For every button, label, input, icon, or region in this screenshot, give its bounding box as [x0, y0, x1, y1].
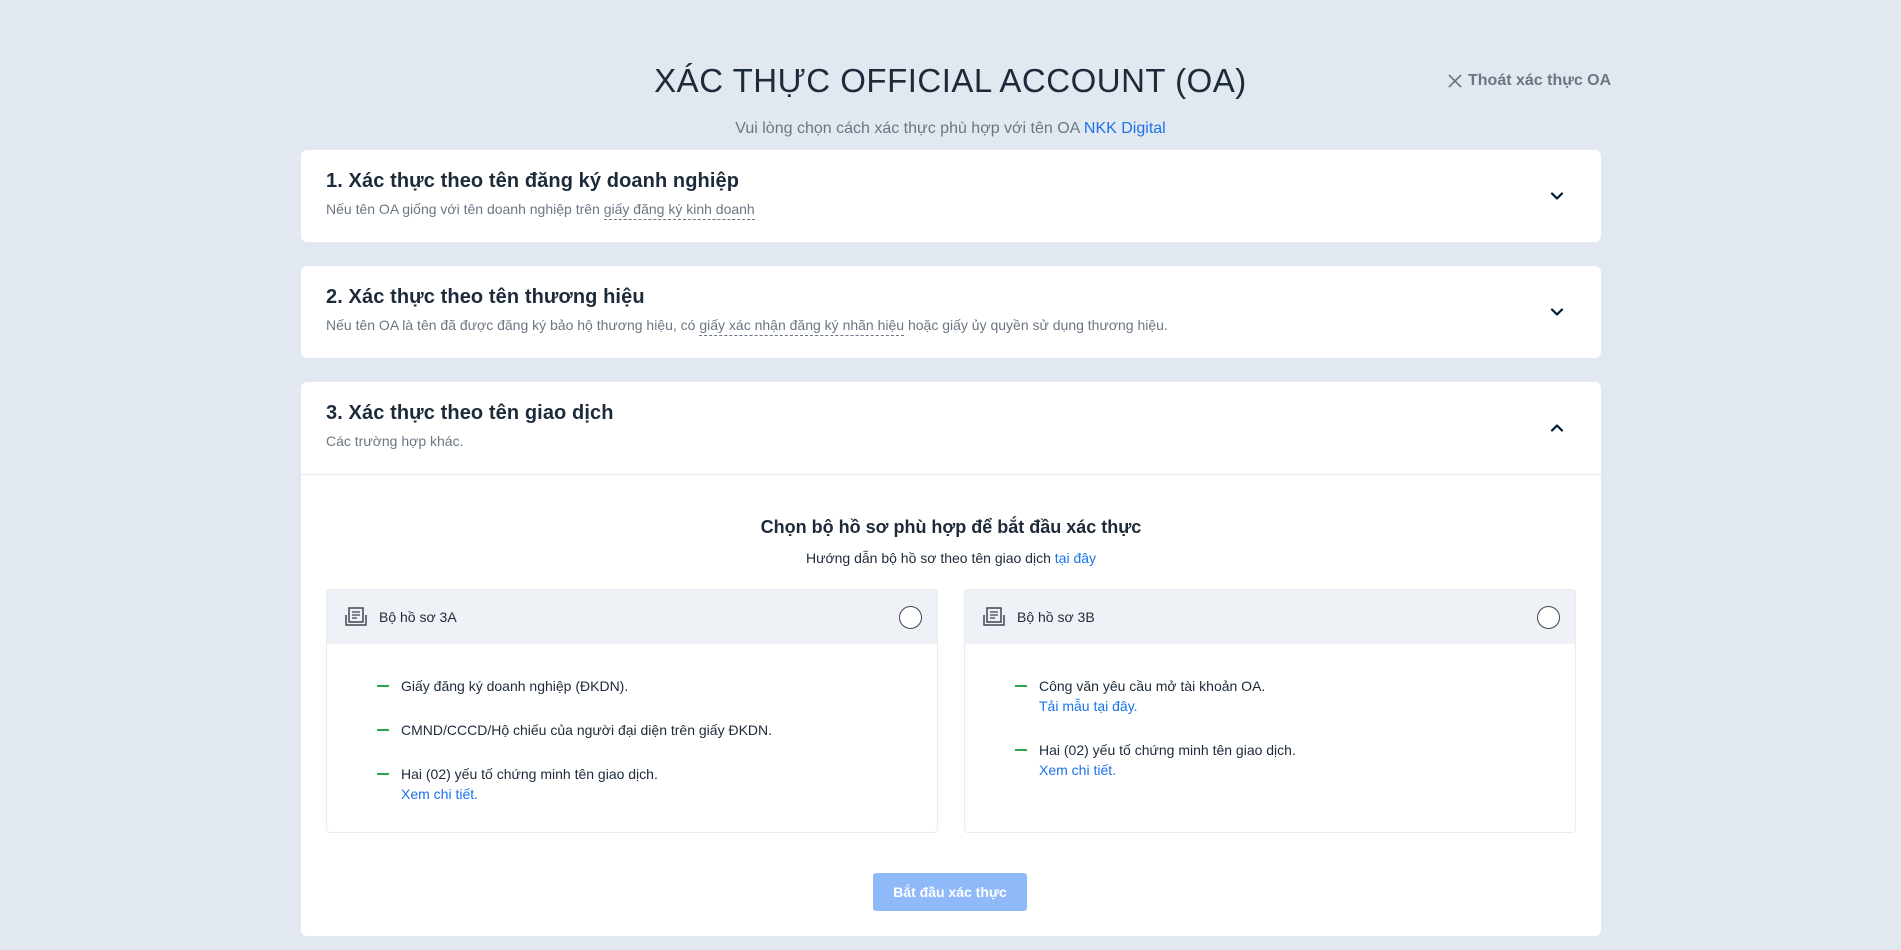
requirement-item: Công văn yêu cầu mở tài khoản OA. Tải mẫu…: [1015, 676, 1575, 716]
section-body: Chọn bộ hồ sơ phù hợp để bắt đầu xác thự…: [301, 474, 1601, 936]
chevron-up-icon[interactable]: [1549, 420, 1565, 436]
package-3a-card: Bộ hồ sơ 3A Giấy đăng ký doanh nghiệp (Đ…: [326, 589, 938, 833]
oa-name: NKK Digital: [1083, 120, 1166, 137]
description-suffix: hoặc giấy ủy quyền sử dụng thương hiệu.: [904, 317, 1168, 333]
requirement-item: Giấy đăng ký doanh nghiệp (ĐKDN).: [377, 676, 937, 696]
package-3b-card: Bộ hồ sơ 3B Công văn yêu cầu mở tài khoả…: [964, 589, 1576, 833]
section-header-2[interactable]: 2. Xác thực theo tên thương hiệu Nếu tên…: [301, 266, 1601, 358]
section-description: Nếu tên OA giống với tên doanh nghiệp tr…: [326, 201, 1576, 220]
page-subtitle: Vui lòng chọn cách xác thực phù hợp với …: [0, 120, 1901, 138]
package-name: Bộ hồ sơ 3A: [379, 609, 457, 625]
section-description: Nếu tên OA là tên đã được đăng ký bảo hộ…: [326, 317, 1576, 336]
description-term[interactable]: giấy xác nhận đăng ký nhãn hiệu: [699, 317, 905, 336]
package-3b-requirements: Công văn yêu cầu mở tài khoản OA. Tải mẫu…: [965, 644, 1575, 780]
section-title: 1. Xác thực theo tên đăng ký doanh nghiệ…: [326, 170, 740, 192]
page-title: XÁC THỰC OFFICIAL ACCOUNT (OA): [654, 62, 1247, 99]
section-description: Các trường hợp khác.: [326, 433, 464, 449]
requirement-text: Hai (02) yếu tố chứng minh tên giao dịch…: [1039, 742, 1296, 758]
requirement-item: CMND/CCCD/Hộ chiếu của người đại diện tr…: [377, 720, 937, 740]
view-details-link[interactable]: Xem chi tiết.: [401, 784, 937, 804]
download-template-link[interactable]: Tải mẫu tại đây.: [1039, 696, 1575, 716]
exit-verification-button[interactable]: Thoát xác thực OA: [1448, 72, 1611, 90]
chevron-down-icon[interactable]: [1549, 304, 1565, 320]
description-text: Nếu tên OA giống với tên doanh nghiệp tr…: [326, 201, 604, 217]
package-3a-header[interactable]: Bộ hồ sơ 3A: [327, 590, 937, 644]
package-guide: Hướng dẫn bộ hồ sơ theo tên giao dịch tạ…: [301, 550, 1601, 566]
package-3b-header[interactable]: Bộ hồ sơ 3B: [965, 590, 1575, 644]
package-select-title: Chọn bộ hồ sơ phù hợp để bắt đầu xác thự…: [760, 517, 1142, 537]
package-name: Bộ hồ sơ 3B: [1017, 609, 1095, 625]
requirement-item: Hai (02) yếu tố chứng minh tên giao dịch…: [1015, 740, 1575, 780]
requirement-item: Hai (02) yếu tố chứng minh tên giao dịch…: [377, 764, 937, 804]
guide-text: Hướng dẫn bộ hồ sơ theo tên giao dịch: [805, 550, 1055, 566]
description-term[interactable]: giấy đăng ký kinh doanh: [603, 201, 755, 220]
section-header-3[interactable]: 3. Xác thực theo tên giao dịch Các trườn…: [301, 382, 1601, 474]
package-3a-requirements: Giấy đăng ký doanh nghiệp (ĐKDN). CMND/C…: [327, 644, 937, 804]
start-verification-button[interactable]: Bắt đầu xác thực: [873, 873, 1027, 911]
section-title: 2. Xác thực theo tên thương hiệu: [326, 286, 645, 308]
section-title: 3. Xác thực theo tên giao dịch: [326, 402, 614, 424]
document-icon: [983, 607, 1005, 626]
section-header-1[interactable]: 1. Xác thực theo tên đăng ký doanh nghiệ…: [301, 150, 1601, 242]
requirement-text: Hai (02) yếu tố chứng minh tên giao dịch…: [401, 766, 658, 782]
section-brand-name: 2. Xác thực theo tên thương hiệu Nếu tên…: [301, 266, 1601, 358]
view-details-link[interactable]: Xem chi tiết.: [1039, 760, 1575, 780]
package-3b-radio[interactable]: [1537, 606, 1560, 629]
close-icon: [1448, 74, 1462, 88]
chevron-down-icon[interactable]: [1549, 188, 1565, 204]
section-trade-name: 3. Xác thực theo tên giao dịch Các trườn…: [301, 382, 1601, 936]
document-icon: [345, 607, 367, 626]
section-business-registration: 1. Xác thực theo tên đăng ký doanh nghiệ…: [301, 150, 1601, 242]
page-header: XÁC THỰC OFFICIAL ACCOUNT (OA) Vui lòng …: [0, 0, 1901, 150]
description-text: Nếu tên OA là tên đã được đăng ký bảo hộ…: [326, 317, 700, 333]
guide-link[interactable]: tại đây: [1055, 550, 1096, 566]
requirement-text: CMND/CCCD/Hộ chiếu của người đại diện tr…: [401, 722, 773, 738]
exit-label: Thoát xác thực OA: [1468, 72, 1612, 89]
requirement-text: Công văn yêu cầu mở tài khoản OA.: [1039, 678, 1266, 694]
subtitle-text: Vui lòng chọn cách xác thực phù hợp với …: [735, 120, 1084, 137]
requirement-text: Giấy đăng ký doanh nghiệp (ĐKDN).: [401, 678, 629, 694]
package-3a-radio[interactable]: [899, 606, 922, 629]
